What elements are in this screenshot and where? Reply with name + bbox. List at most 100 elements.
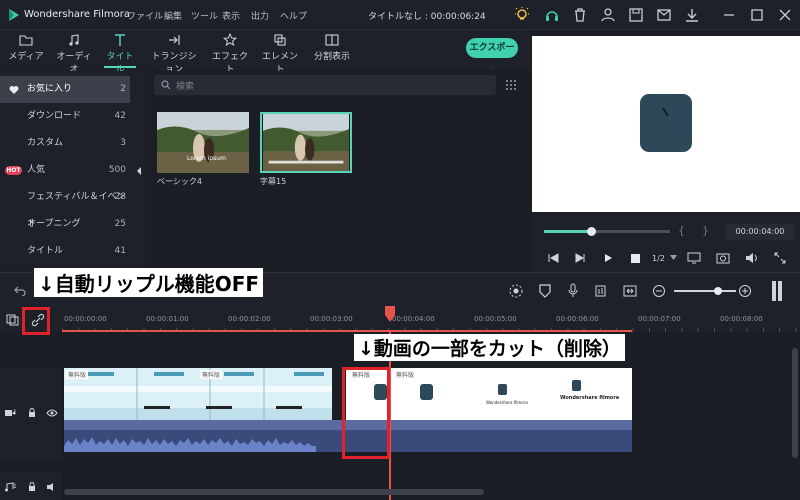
add-track-icon[interactable] — [6, 314, 20, 326]
audio-waveform — [64, 437, 316, 452]
sidebar-item-opening[interactable]: オープニング 25 — [0, 211, 130, 238]
audio-track-header: 1 — [0, 472, 62, 500]
preview-progress-knob[interactable] — [586, 227, 596, 236]
sidebar-item-favorites[interactable]: お気に入り 2 — [0, 76, 130, 103]
ruler-tick: 00:00:01:00 — [146, 315, 189, 323]
mail-icon[interactable] — [655, 6, 673, 24]
vertical-scrollbar[interactable] — [792, 348, 798, 458]
headset-icon[interactable] — [543, 6, 561, 24]
lock-icon[interactable] — [27, 482, 37, 492]
marker-shield-icon[interactable] — [538, 283, 552, 299]
audio-track-number: 1 — [13, 483, 17, 490]
title-thumbnail-basic4[interactable]: Lorem ipsum — [157, 112, 249, 173]
export-button[interactable]: エクスポート — [466, 38, 518, 73]
display-icon[interactable] — [687, 251, 701, 265]
play-reverse-icon[interactable] — [574, 253, 586, 263]
sidebar-item-festival[interactable]: フェスティバル＆イベント 28 — [0, 184, 130, 229]
account-icon[interactable] — [599, 6, 617, 24]
menu-view[interactable]: 表示 — [222, 9, 240, 22]
fullscreen-icon[interactable] — [773, 251, 787, 265]
tab-split-screen[interactable]: 分割表示 — [310, 30, 354, 68]
horizontal-scrollbar[interactable] — [64, 489, 484, 495]
sidebar-item-label: タイトル — [27, 246, 64, 256]
menu-export[interactable]: 出力 — [251, 9, 269, 22]
watermark-label: 無料版 — [200, 370, 223, 379]
video-clip-1[interactable]: 無料版 — [64, 368, 332, 420]
trash-icon[interactable] — [571, 6, 589, 24]
grid-view-icon[interactable] — [505, 79, 517, 91]
sidebar-item-label: 人気 — [27, 165, 46, 175]
playback-speed-select[interactable]: 1/2 — [652, 254, 665, 263]
search-box[interactable]: 検索 — [154, 75, 496, 95]
menu-tools[interactable]: ツール — [191, 9, 218, 22]
folder-icon — [19, 35, 33, 46]
sidebar-item-custom[interactable]: カスタム 3 — [0, 130, 130, 157]
collapse-arrow-icon[interactable] — [135, 166, 143, 176]
sidebar-item-count: 41 — [114, 246, 126, 256]
tab-transitions[interactable]: トランジション — [148, 30, 200, 75]
tab-split-screen-label: 分割表示 — [313, 52, 350, 62]
tab-effects[interactable]: エフェクト — [210, 30, 250, 75]
menu-edit[interactable]: 編集 — [164, 9, 182, 22]
audio-mixer-icon[interactable] — [594, 283, 608, 299]
save-icon[interactable] — [627, 6, 645, 24]
maximize-icon[interactable] — [748, 6, 766, 24]
mark-out-icon[interactable]: } — [702, 224, 709, 237]
timeline-ruler[interactable]: 00:00:00:00 00:00:01:00 00:00:02:00 00:0… — [0, 306, 800, 332]
tab-titles[interactable]: タイトル — [104, 30, 136, 75]
previous-frame-icon[interactable] — [547, 253, 559, 263]
download-icon[interactable] — [683, 6, 701, 24]
ruler-tick: 00:00:07:00 — [638, 315, 681, 323]
sidebar-item-label: オープニング — [27, 219, 81, 229]
transition-icon — [169, 35, 180, 45]
menu-help[interactable]: ヘルプ — [280, 9, 307, 22]
render-preview-icon[interactable] — [508, 283, 524, 299]
module-toolbar: メディア オーディオ タイトル トランジション エフェクト エレメント 分割表示… — [0, 30, 530, 75]
stop-icon[interactable] — [631, 254, 640, 263]
close-icon[interactable] — [776, 6, 794, 24]
zoom-slider-knob[interactable] — [714, 287, 722, 295]
lightbulb-icon[interactable] — [513, 6, 531, 24]
eye-icon[interactable] — [46, 409, 58, 417]
video-track-number: 1 — [13, 409, 17, 416]
minimize-icon[interactable] — [720, 6, 738, 24]
ruler-tick: 00:00:02:00 — [228, 315, 271, 323]
snapshot-camera-icon[interactable] — [716, 251, 730, 265]
zoom-out-icon[interactable] — [652, 284, 666, 298]
thumbnail-overlay-text: Lorem ipsum — [187, 155, 226, 162]
playhead-handle-icon[interactable] — [384, 306, 396, 322]
sidebar-item-popular[interactable]: HOT 人気 500 — [0, 157, 130, 184]
tab-audio[interactable]: オーディオ — [54, 30, 94, 75]
sidebar-item-title[interactable]: タイトル 41 — [0, 238, 130, 265]
speaker-icon[interactable] — [46, 482, 58, 492]
document-title: タイトルなし : 00:00:06:24 — [368, 12, 486, 22]
title-thumbnail-subtitle15[interactable] — [260, 112, 352, 173]
play-icon[interactable] — [603, 253, 613, 263]
clip-brand-text: Wondershare filmora — [560, 395, 620, 401]
search-icon — [161, 80, 171, 90]
ruler-tick: 00:00:03:00 — [310, 315, 353, 323]
zoom-in-icon[interactable] — [738, 284, 752, 298]
mark-in-icon[interactable]: { — [678, 224, 685, 237]
chevron-down-icon — [670, 255, 677, 260]
search-input[interactable]: 検索 — [176, 79, 194, 92]
ruler-tick: 00:00:06:00 — [556, 315, 599, 323]
lock-icon[interactable] — [27, 408, 37, 418]
undo-icon[interactable] — [14, 286, 26, 296]
preview-player — [532, 36, 800, 212]
volume-icon[interactable] — [744, 251, 758, 265]
fit-timeline-icon[interactable] — [622, 283, 638, 299]
tab-media[interactable]: メディア — [8, 30, 44, 68]
preview-progress-track[interactable] — [544, 227, 670, 236]
tab-elements[interactable]: エレメント — [260, 30, 300, 75]
sidebar-item-downloads[interactable]: ダウンロード 42 — [0, 103, 130, 130]
pause-bar-left — [772, 281, 776, 301]
microphone-icon[interactable] — [566, 283, 580, 299]
menu-file[interactable]: ファイル — [127, 9, 163, 22]
zoom-slider[interactable] — [674, 287, 736, 295]
app-name: Wondershare Filmora — [24, 9, 130, 20]
title-bar: Wondershare Filmora ファイル 編集 ツール 表示 出力 ヘル… — [0, 0, 800, 30]
text-t-icon — [115, 34, 125, 46]
sidebar-item-count: 2 — [120, 84, 126, 94]
sidebar-item-count: 25 — [114, 219, 126, 229]
